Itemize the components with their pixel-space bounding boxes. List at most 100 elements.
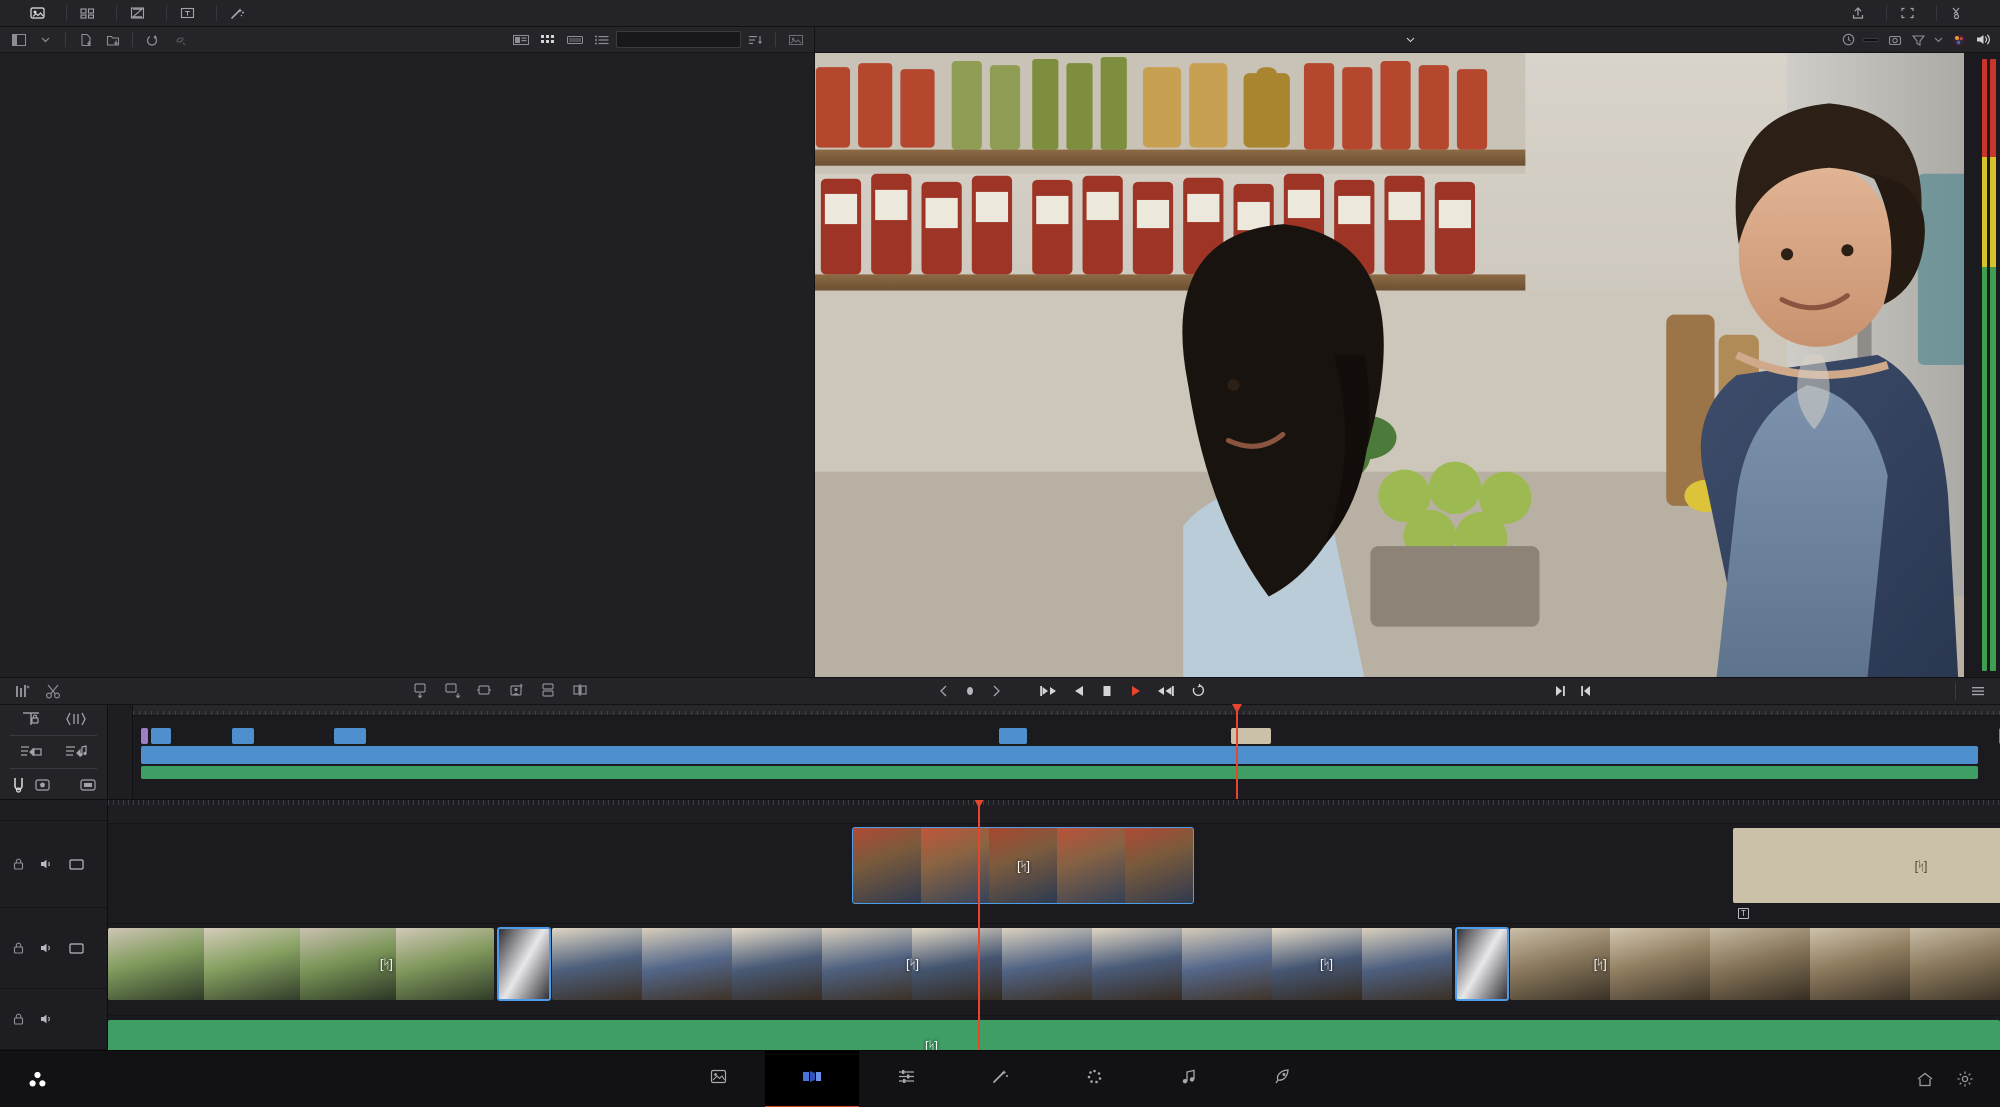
list-view-icon[interactable]: [589, 30, 614, 50]
lock-icon[interactable]: [12, 941, 25, 955]
timeline-clip-v2-text[interactable]: [ᛋ]: [1733, 828, 2000, 903]
smart-edit-icon[interactable]: [14, 683, 33, 700]
append-icon[interactable]: [442, 682, 462, 700]
loop-icon[interactable]: [1190, 683, 1206, 699]
overview-track-label-a1: [108, 768, 132, 799]
timeline-clip-v1-c[interactable]: [ᛋ]: [1510, 928, 2000, 1000]
play-reverse-icon[interactable]: [1072, 683, 1086, 699]
timeline-track-video-1[interactable]: [ᛋ] [ᛋ] [ᛋ] [ᛋ]: [108, 924, 2000, 1016]
video-preview[interactable]: [815, 53, 1964, 677]
options-menu-icon[interactable]: [1970, 684, 1986, 698]
page-button-color[interactable]: [1047, 1051, 1141, 1107]
timeline-clip-v1-a[interactable]: [ᛋ]: [108, 928, 494, 1000]
nudge-right-icon[interactable]: [991, 684, 1002, 698]
nudge-left-icon[interactable]: [938, 684, 949, 698]
clip-filmstrip: [552, 928, 1452, 1000]
overview-playhead[interactable]: [1236, 705, 1238, 799]
thumb-size-icon[interactable]: [783, 30, 808, 50]
color-wheel-icon[interactable]: [1951, 32, 1967, 48]
bottom-nav-bar: [0, 1050, 2000, 1107]
page-button-edit[interactable]: [859, 1051, 953, 1107]
close-up-icon[interactable]: [506, 682, 526, 700]
detail-playhead[interactable]: [978, 800, 980, 1050]
video-icon[interactable]: [69, 858, 84, 871]
detail-ruler[interactable]: [108, 800, 2000, 824]
jog-dial-icon[interactable]: [963, 684, 977, 698]
mark-controls: [1553, 683, 1593, 699]
menu-item-media-pool[interactable]: [16, 0, 66, 26]
mute-icon[interactable]: [39, 941, 55, 955]
timeline-track-video-2[interactable]: [ᛋ] [ᛋ] T: [108, 824, 2000, 924]
menu-item-effects[interactable]: [216, 0, 266, 26]
color-filter-icon[interactable]: [1911, 33, 1926, 47]
page-button-cut[interactable]: [765, 1050, 859, 1107]
go-to-end-icon[interactable]: [1156, 683, 1176, 699]
sort-icon[interactable]: [743, 30, 768, 50]
timeline-clip-v1-b[interactable]: [ᛋ] [ᛋ]: [552, 928, 1452, 1000]
lock-track-icon[interactable]: [20, 709, 42, 729]
quick-export-icon: [1851, 6, 1865, 20]
menu-item-sync-bin[interactable]: [66, 0, 116, 26]
marker-icon[interactable]: [34, 777, 51, 793]
razor-icon[interactable]: [45, 683, 62, 700]
chevron-down-icon[interactable]: [1934, 37, 1943, 43]
sidebar-toggle-icon[interactable]: [6, 30, 31, 50]
snap-icon[interactable]: [10, 776, 27, 794]
trim-icon[interactable]: [65, 709, 87, 729]
mute-icon[interactable]: [39, 857, 55, 871]
timeline-overview-canvas[interactable]: [133, 705, 2000, 799]
track-header-video-1[interactable]: [0, 908, 107, 989]
timeline-clip-audio[interactable]: [ᛋ]: [108, 1020, 2000, 1050]
sync-icon[interactable]: [140, 30, 165, 50]
timeline-clip-v1-transition[interactable]: [497, 927, 551, 1001]
video-icon[interactable]: [69, 942, 84, 955]
metadata-view-icon[interactable]: [508, 30, 533, 50]
import-media-icon[interactable]: [73, 30, 98, 50]
stop-icon[interactable]: [1100, 683, 1114, 699]
inspector-button[interactable]: [1936, 0, 1986, 26]
viewer-timeline-selector[interactable]: [815, 37, 2000, 43]
menu-item-titles[interactable]: [166, 0, 216, 26]
chevron-down-icon[interactable]: [33, 30, 58, 50]
quick-export-button[interactable]: [1837, 0, 1886, 26]
flag-audio-icon[interactable]: [64, 742, 88, 762]
lock-icon[interactable]: [12, 1012, 25, 1026]
timeline-track-audio-1[interactable]: [ᛋ]: [108, 1016, 2000, 1050]
place-on-top-icon[interactable]: [538, 682, 558, 700]
mute-icon[interactable]: [39, 1012, 55, 1026]
page-button-fusion[interactable]: [953, 1051, 1047, 1107]
track-header-video-2[interactable]: [0, 821, 107, 909]
flag-clip-icon[interactable]: [19, 742, 43, 762]
smart-insert-icon[interactable]: [410, 682, 430, 700]
media-pool-grid-wrapper[interactable]: [0, 75, 814, 677]
full-screen-button[interactable]: [1886, 0, 1936, 26]
timeline-detail-canvas[interactable]: [ᛋ] [ᛋ] T [ᛋ] [ᛋ] [ᛋ] [ᛋ] [ᛋ]: [108, 800, 2000, 1050]
keyframe-icon[interactable]: [79, 777, 97, 793]
timeline-clip-v1-transition-2[interactable]: [1455, 927, 1509, 1001]
cut-toolbar-left: [14, 683, 62, 700]
page-button-deliver[interactable]: [1235, 1051, 1329, 1107]
top-menu-right-group: [1837, 0, 2000, 26]
page-button-media[interactable]: [671, 1051, 765, 1107]
go-to-start-icon[interactable]: [1038, 683, 1058, 699]
chevron-down-icon[interactable]: [1406, 37, 1415, 43]
ripple-overwrite-icon[interactable]: [474, 682, 494, 700]
track-header-audio-1[interactable]: [0, 989, 107, 1050]
lock-icon[interactable]: [12, 857, 25, 871]
overview-ruler[interactable]: [133, 705, 2000, 716]
play-icon[interactable]: [1128, 683, 1142, 699]
filmstrip-view-icon[interactable]: [562, 30, 587, 50]
search-input[interactable]: [616, 31, 741, 48]
page-button-fairlight[interactable]: [1141, 1051, 1235, 1107]
snapshot-icon[interactable]: [1887, 33, 1903, 47]
import-folder-icon[interactable]: [100, 30, 125, 50]
color-tag-icon[interactable]: [59, 779, 72, 792]
audio-volume-icon[interactable]: [1975, 32, 1992, 47]
unlink-icon[interactable]: [167, 30, 192, 50]
source-overwrite-icon[interactable]: [570, 682, 590, 700]
mark-in-icon[interactable]: [1579, 683, 1593, 699]
mark-out-icon[interactable]: [1553, 683, 1567, 699]
thumbnail-view-icon[interactable]: [535, 30, 560, 50]
menu-item-transitions[interactable]: [116, 0, 166, 26]
timeline-clip-v2-a[interactable]: [ᛋ]: [852, 827, 1194, 904]
